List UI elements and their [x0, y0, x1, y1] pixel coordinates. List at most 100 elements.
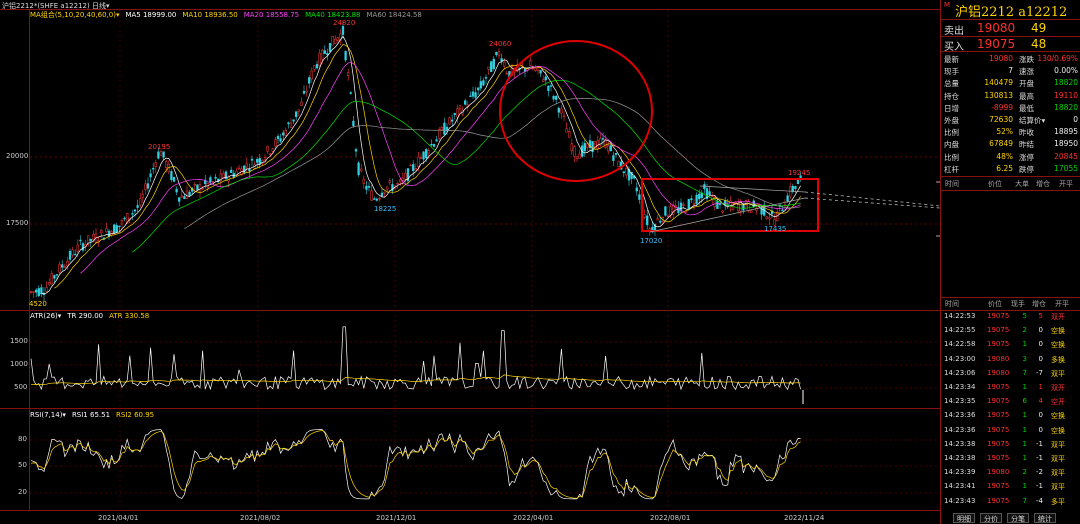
tick-volume: 1 — [1022, 425, 1027, 434]
chart-area[interactable]: 沪铝2212*(SHFE a12212) 日线▾ MA组合(5,10,20,40… — [0, 0, 940, 524]
annotation-low-17435: 17435 — [764, 225, 787, 233]
tick-price: 19075 — [987, 496, 1010, 505]
tick-oi-change: -1 — [1036, 482, 1043, 491]
tick-oi-change: -7 — [1036, 368, 1043, 377]
stat-label: 最新 — [944, 55, 959, 64]
tick-price: 19080 — [987, 354, 1010, 363]
tick-time: 14:22:55 — [944, 326, 976, 335]
tick-row[interactable]: 14:23:06 19080 7 -7 双平 — [941, 369, 1080, 383]
tick-price: 19075 — [987, 397, 1010, 406]
sell-volume: 49 — [1031, 21, 1047, 35]
th2-time: 时间 — [945, 300, 959, 308]
stat-label: 昨收 — [1019, 128, 1034, 138]
quote-stat-row: 总量 140479 开盘 18820 — [941, 78, 1080, 89]
tick-type: 双平 — [1051, 483, 1065, 492]
tick-volume: 1 — [1022, 482, 1027, 491]
rsi-legend-item[interactable]: RSI(7,14)▾ — [30, 411, 66, 419]
tick-row[interactable]: 14:23:34 19075 1 1 双开 — [941, 383, 1080, 397]
tick-type: 双开 — [1051, 313, 1065, 321]
stat-value: 19080 — [989, 54, 1013, 63]
atr-legend[interactable]: ATR(26)▾ TR 290.00 ATR 330.58 — [30, 312, 155, 320]
tick-time: 14:23:35 — [944, 397, 976, 406]
tab-ticks[interactable]: 分笔 — [1007, 513, 1029, 523]
tick-type: 双平 — [1051, 469, 1065, 478]
stat-label: 跌停 — [1019, 164, 1034, 174]
stat-label: 杠杆 — [944, 164, 959, 174]
big-order-header: 时间 价位 大单 增仓 开平 — [941, 179, 1080, 189]
tick-row[interactable]: 14:22:55 19075 2 0 空换 — [941, 326, 1080, 340]
stat-label: 比例 — [944, 128, 959, 138]
tick-type: 空换 — [1051, 412, 1065, 421]
stat-value: -8999 — [991, 102, 1013, 112]
x-axis-date-5: 2022/08/01 — [650, 514, 691, 522]
rsi-legend[interactable]: RSI(7,14)▾ RSI1 65.51 RSI2 60.95 — [30, 411, 160, 419]
tick-type: 空换 — [1051, 426, 1065, 435]
x-axis-date-2: 2021/08/02 — [240, 514, 281, 522]
tick-time: 14:22:58 — [944, 340, 976, 349]
tick-row[interactable]: 14:23:43 19075 7 -4 多平 — [941, 497, 1080, 511]
tick-price: 19075 — [987, 454, 1010, 462]
chart-svg[interactable] — [0, 0, 940, 524]
tick-volume: 7 — [1022, 496, 1027, 505]
atr-legend-item: ATR 330.58 — [109, 312, 150, 320]
tab-detail[interactable]: 明细 — [953, 513, 975, 523]
tick-volume: 1 — [1022, 411, 1027, 420]
tick-price: 19075 — [987, 411, 1010, 420]
tick-row[interactable]: 14:22:53 19075 5 5 双开 — [941, 312, 1080, 326]
atr-legend-item[interactable]: ATR(26)▾ — [30, 312, 61, 320]
th1-time: 时间 — [945, 180, 959, 188]
tick-price: 19075 — [987, 312, 1010, 320]
sell-quote-row[interactable]: 卖出 19080 49 — [941, 20, 1080, 37]
stat-label: 比例 — [944, 152, 959, 162]
stat-value: 18950 — [1054, 139, 1078, 149]
tick-row[interactable]: 14:23:38 19075 1 -1 双平 — [941, 440, 1080, 454]
tick-row[interactable]: 14:23:35 19075 6 4 空开 — [941, 397, 1080, 411]
tick-time: 14:23:00 — [944, 354, 976, 363]
rsi-axis-label-20: 20 — [18, 488, 27, 496]
tick-volume: 1 — [1022, 454, 1027, 462]
tick-row[interactable]: 14:23:38 19075 1 -1 双平 — [941, 454, 1080, 468]
tab-price[interactable]: 分价 — [980, 513, 1002, 523]
tick-row[interactable]: 14:23:41 19075 1 -1 双平 — [941, 482, 1080, 496]
rsi-axis-label-80: 80 — [18, 435, 27, 443]
tick-type: 双开 — [1051, 384, 1065, 392]
tick-row[interactable]: 14:23:36 19075 1 0 空换 — [941, 411, 1080, 425]
stat-value: 17055 — [1054, 163, 1078, 173]
tick-row[interactable]: 14:23:36 19075 1 0 空换 — [941, 426, 1080, 440]
tick-row[interactable]: 14:23:00 19080 3 0 多换 — [941, 355, 1080, 369]
tick-volume: 1 — [1022, 383, 1027, 391]
market-icon[interactable]: M — [944, 1, 950, 9]
stat-value: 130813 — [984, 90, 1013, 100]
tick-time: 14:23:38 — [944, 439, 976, 448]
tick-oi-change: 0 — [1038, 326, 1043, 335]
tick-row[interactable]: 14:23:39 19080 2 -2 双平 — [941, 468, 1080, 482]
tick-oi-change: -1 — [1036, 439, 1043, 448]
tick-price: 19080 — [987, 468, 1010, 477]
tab-stats[interactable]: 统计 — [1034, 513, 1056, 523]
atr-axis-label-1000: 1000 — [10, 360, 28, 368]
tick-type: 空换 — [1051, 341, 1065, 350]
tick-oi-change: 0 — [1038, 340, 1043, 349]
trend-line-lower-ext — [804, 197, 940, 209]
rsi-legend-item: RSI1 65.51 — [71, 411, 111, 419]
buy-quote-row[interactable]: 买入 19075 48 — [941, 36, 1080, 53]
tick-oi-change: 0 — [1038, 425, 1043, 434]
candlestick-series — [29, 20, 802, 301]
tick-type: 多平 — [1051, 497, 1065, 506]
stat-value: 18820 — [1054, 102, 1078, 112]
tick-time: 14:22:53 — [944, 312, 976, 320]
x-axis-date-1: 2021/04/01 — [98, 514, 139, 522]
stat-value: 72630 — [989, 115, 1013, 124]
price-axis-label-20000: 20000 — [6, 152, 29, 160]
stat-value: 52% — [996, 127, 1013, 137]
th1-price: 价位 — [988, 180, 1002, 188]
tick-row[interactable]: 14:22:58 19075 1 0 空换 — [941, 340, 1080, 354]
contract-title: 沪铝2212 a12212 — [955, 5, 1068, 20]
tick-volume: 6 — [1022, 397, 1027, 406]
stat-label: 涨跌 — [1019, 55, 1034, 64]
quote-stat-row: 持仓 130813 最高 19110 — [941, 91, 1080, 102]
tick-oi-change: 1 — [1038, 383, 1043, 391]
buy-volume: 48 — [1031, 37, 1047, 51]
stat-label: 速涨 — [1019, 67, 1034, 77]
stat-value: 7 — [1008, 66, 1013, 76]
